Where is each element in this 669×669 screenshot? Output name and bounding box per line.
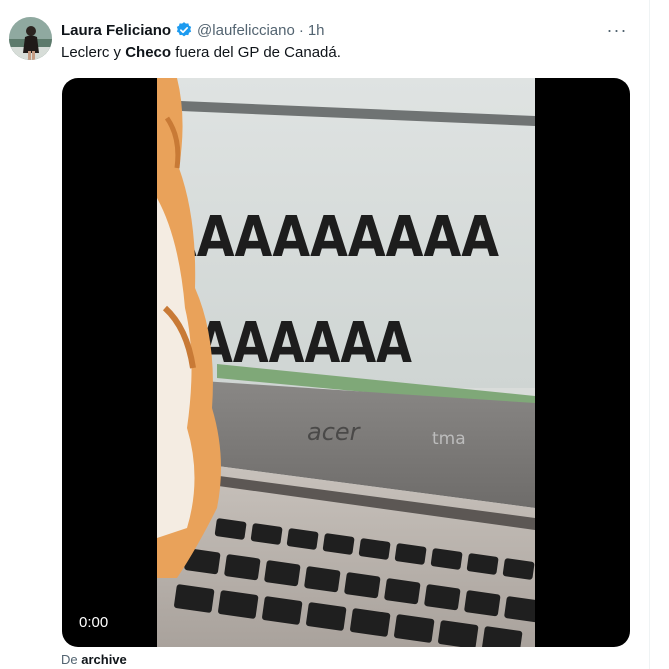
- watermark-text: tma: [432, 429, 466, 449]
- media-source-link[interactable]: archive: [81, 652, 127, 667]
- verified-badge-icon: [175, 21, 193, 39]
- more-options-icon[interactable]: ···: [604, 20, 630, 40]
- video-frame: AAAAAAAAA AAAAAA acer tma: [157, 78, 535, 647]
- tweet-text-part2: fuera del GP de Canadá.: [171, 44, 341, 61]
- tweet-text: Leclerc y Checo fuera del GP de Canadá.: [61, 43, 341, 63]
- tweet-text-bold: Checo: [125, 44, 172, 61]
- tweet-card[interactable]: Laura Feliciano @laufelicciano · 1h ··· …: [0, 0, 650, 669]
- video-timestamp: 0:00: [79, 614, 109, 631]
- screen-text-line1: AAAAAAAAA: [159, 205, 500, 270]
- laptop-brand: acer: [307, 418, 362, 446]
- video-player[interactable]: AAAAAAAAA AAAAAA acer tma 0:00: [62, 78, 630, 647]
- avatar[interactable]: [9, 17, 52, 60]
- author-name[interactable]: Laura Feliciano: [61, 22, 171, 39]
- media-source: De archive: [61, 652, 127, 667]
- tweet-header: Laura Feliciano @laufelicciano · 1h: [61, 19, 325, 41]
- separator-dot: ·: [298, 21, 304, 39]
- tweet-text-part1: Leclerc y: [61, 44, 126, 61]
- media-source-prefix: De: [61, 652, 82, 667]
- tweet-time[interactable]: 1h: [308, 22, 325, 39]
- author-handle[interactable]: @laufelicciano: [197, 22, 295, 39]
